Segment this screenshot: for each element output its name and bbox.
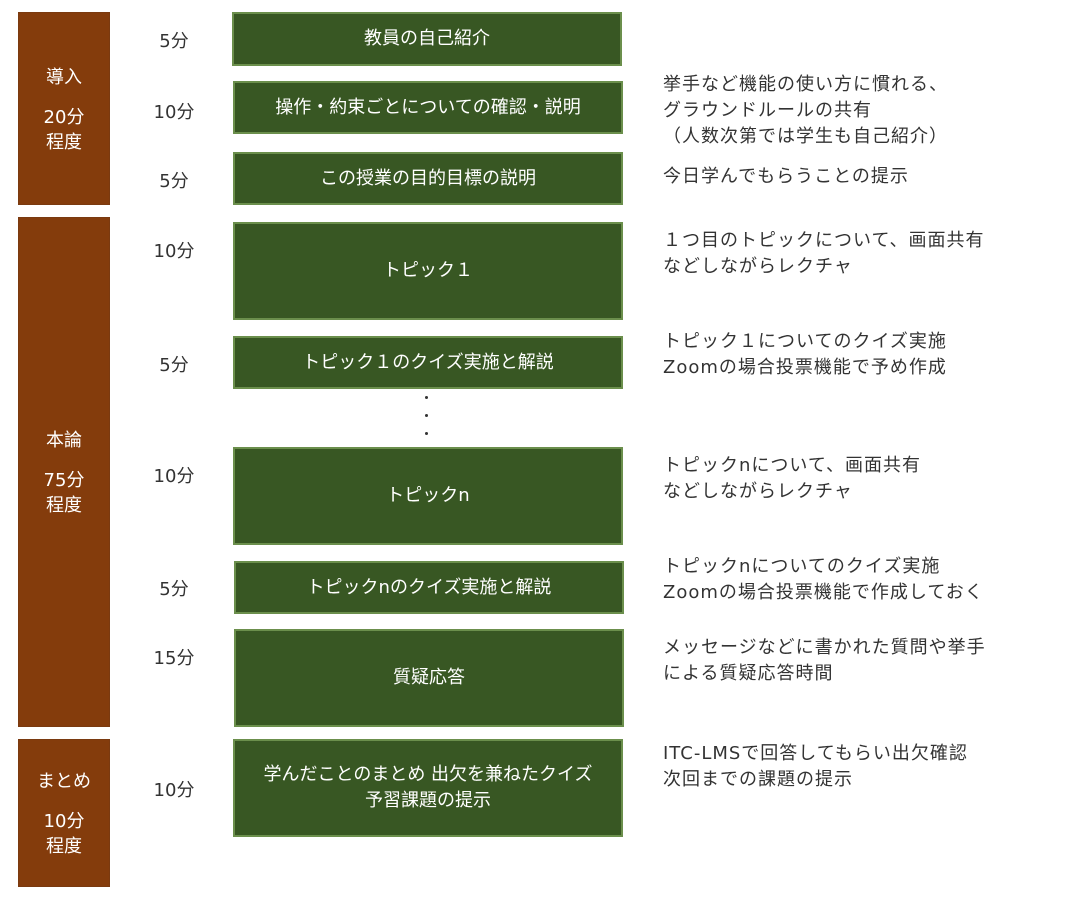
note-line: （人数次第では学生も自己紹介） — [663, 126, 948, 147]
note-line: グラウンドルールの共有 — [663, 100, 872, 121]
note-line: トピックnについて、画面共有 — [663, 455, 921, 476]
step-box: トピック１ — [233, 222, 623, 320]
step-label: 教員の自己紹介 — [364, 28, 490, 49]
phase-duration-line: 程度 — [46, 836, 82, 857]
phase-summary: まとめ 10分 程度 — [18, 739, 110, 887]
step-duration: 15分 — [153, 648, 195, 669]
phase-name: まとめ — [37, 771, 91, 792]
step-box: トピックn — [233, 447, 623, 545]
step-duration: 5分 — [159, 31, 189, 52]
phase-duration-line: 20分 — [43, 106, 85, 128]
step-duration: 10分 — [153, 102, 195, 123]
note-line: Zoomの場合投票機能で作成しておく — [663, 582, 984, 603]
phase-duration: 20分 程度 — [44, 105, 85, 155]
phase-duration-line: 10分 — [43, 811, 85, 832]
step-box: トピックnのクイズ実施と解説 — [234, 561, 624, 614]
step-note: ITC-LMSで回答してもらい出欠確認 次回までの課題の提示 — [663, 741, 968, 793]
step-duration: 10分 — [153, 780, 195, 801]
step-box: この授業の目的目標の説明 — [233, 152, 623, 205]
note-line: 次回までの課題の提示 — [663, 769, 853, 790]
phase-duration-line: 程度 — [46, 495, 82, 516]
ellipsis-dot — [425, 396, 428, 399]
step-note: トピックnについてのクイズ実施 Zoomの場合投票機能で作成しておく — [663, 554, 984, 606]
phase-duration-line: 75分 — [43, 470, 85, 491]
phase-main: 本論 75分 程度 — [18, 217, 110, 727]
step-note: １つ目のトピックについて、画面共有 などしながらレクチャ — [663, 228, 985, 280]
ellipsis-dot — [425, 432, 428, 435]
note-line: 今日学んでもらうことの提示 — [663, 166, 909, 187]
step-box: 学んだことのまとめ 出欠を兼ねたクイズ 予習課題の提示 — [233, 739, 623, 837]
step-duration: 5分 — [159, 355, 189, 376]
step-label: 予習課題の提示 — [365, 790, 491, 811]
note-line: Zoomの場合投票機能で予め作成 — [663, 357, 947, 378]
step-label: 学んだことのまとめ 出欠を兼ねたクイズ — [263, 764, 593, 785]
phase-name: 本論 — [46, 430, 82, 451]
step-label: トピック１のクイズ実施と解説 — [302, 351, 554, 373]
step-duration: 5分 — [159, 171, 189, 192]
step-duration: 10分 — [153, 466, 195, 487]
step-box: 質疑応答 — [234, 629, 624, 727]
phase-duration-line: 程度 — [46, 131, 82, 153]
step-note: トピック１についてのクイズ実施 Zoomの場合投票機能で予め作成 — [663, 329, 947, 381]
note-line: １つ目のトピックについて、画面共有 — [663, 230, 985, 251]
step-note: 今日学んでもらうことの提示 — [663, 164, 909, 190]
note-line: 挙手など機能の使い方に慣れる、 — [663, 74, 948, 95]
step-label: この授業の目的目標の説明 — [320, 167, 536, 189]
step-label: 質疑応答 — [393, 667, 465, 688]
step-duration: 10分 — [153, 241, 195, 262]
note-line: メッセージなどに書かれた質問や挙手 — [663, 637, 986, 658]
note-line: トピック１についてのクイズ実施 — [663, 331, 947, 352]
step-label: トピックnのクイズ実施と解説 — [306, 576, 552, 598]
phase-duration: 75分 程度 — [44, 468, 85, 518]
step-note: トピックnについて、画面共有 などしながらレクチャ — [663, 453, 921, 505]
step-box: 教員の自己紹介 — [232, 12, 622, 66]
step-note: メッセージなどに書かれた質問や挙手 による質疑応答時間 — [663, 635, 986, 687]
step-box: トピック１のクイズ実施と解説 — [233, 336, 623, 389]
note-line: による質疑応答時間 — [663, 663, 834, 684]
note-line: トピックnについてのクイズ実施 — [663, 556, 941, 577]
phase-intro: 導入 20分 程度 — [18, 12, 110, 205]
step-label: 操作・約束ごとについての確認・説明 — [275, 96, 581, 118]
step-note: 挙手など機能の使い方に慣れる、 グラウンドルールの共有 （人数次第では学生も自己… — [663, 72, 948, 150]
phase-duration: 10分 程度 — [44, 809, 85, 859]
note-line: などしながらレクチャ — [663, 481, 853, 502]
step-duration: 5分 — [159, 579, 189, 600]
phase-name: 導入 — [46, 66, 82, 88]
note-line: ITC-LMSで回答してもらい出欠確認 — [663, 743, 968, 764]
note-line: などしながらレクチャ — [663, 256, 853, 277]
step-label: トピック１ — [383, 260, 473, 281]
ellipsis-dot — [425, 414, 428, 417]
step-box: 操作・約束ごとについての確認・説明 — [233, 81, 623, 134]
step-label: トピックn — [386, 485, 470, 506]
